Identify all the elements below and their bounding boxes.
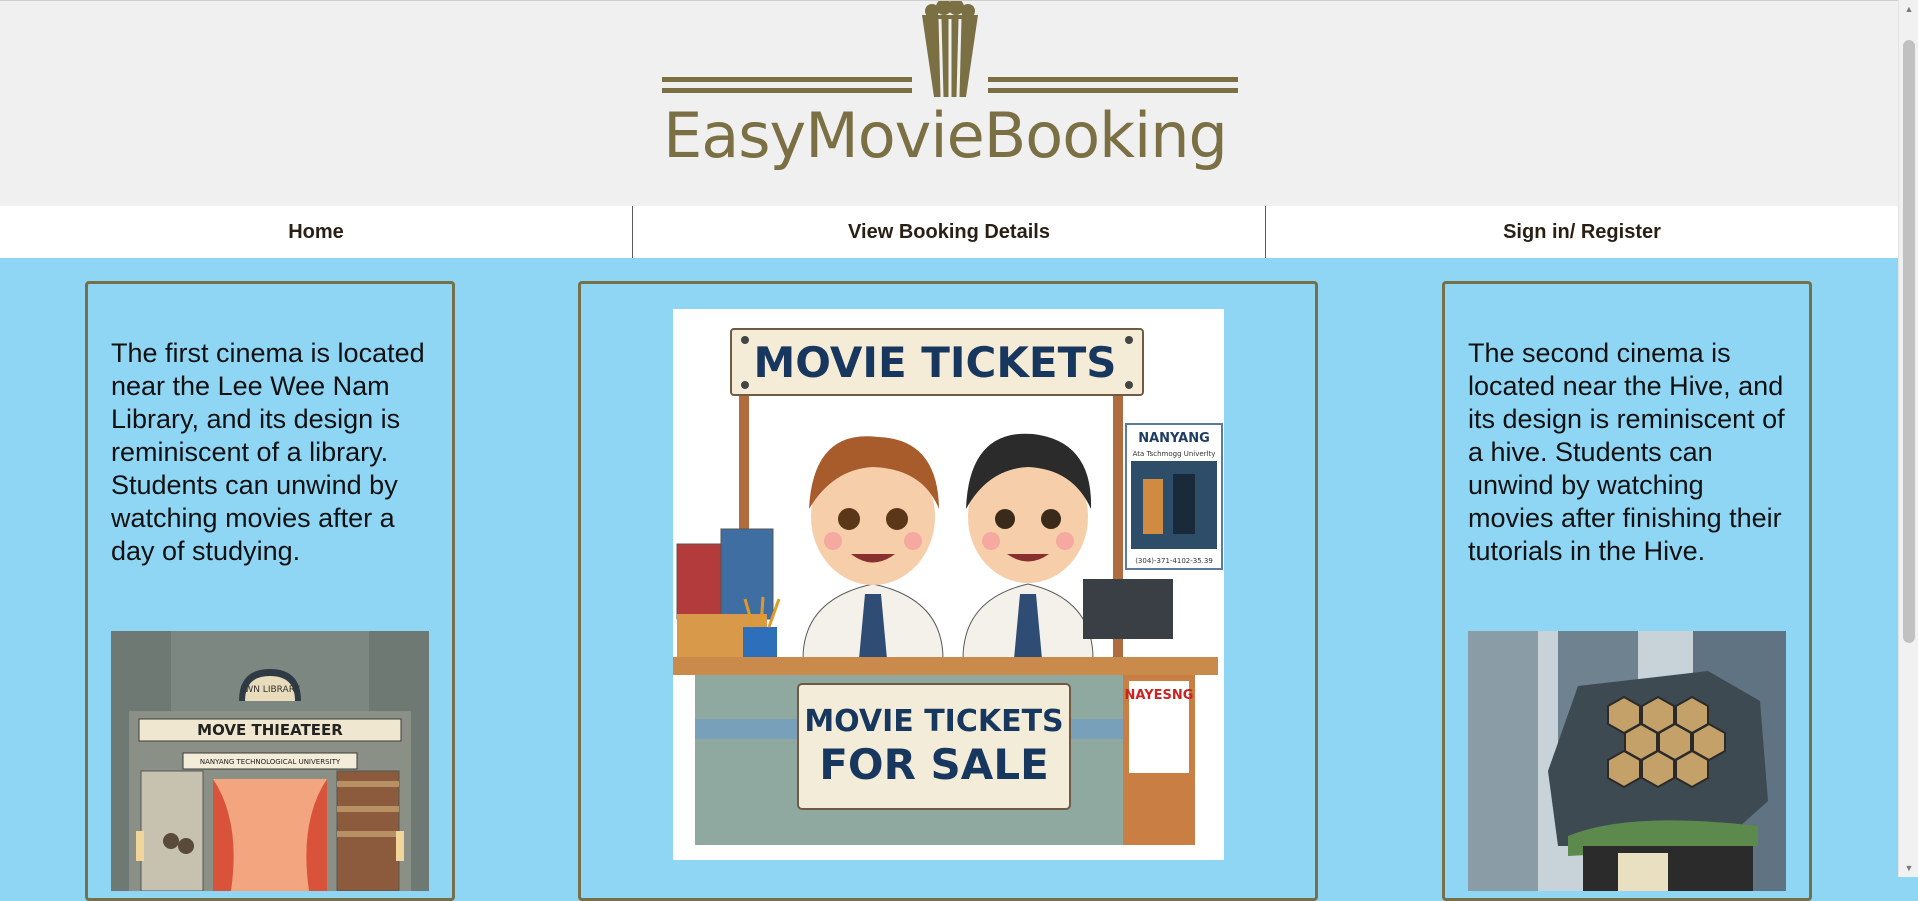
ticket-booth-image: MOVIE TICKETS NANYANG Ata Tschmogg Unive… (673, 309, 1224, 860)
popcorn-icon (662, 1, 1238, 98)
cinema-card-hive: The second cinema is located near the Hi… (1442, 281, 1812, 901)
cinema-card-library: The first cinema is located near the Lee… (85, 281, 455, 901)
boy-left (802, 436, 944, 660)
hive-theater-image (1468, 631, 1786, 891)
brand-name: EasyMovieBooking (663, 99, 1228, 172)
nav-view-booking-details[interactable]: View Booking Details (633, 206, 1266, 258)
library-sign-text: LWN LIBRARY (240, 685, 300, 695)
scrollbar-thumb[interactable] (1903, 40, 1915, 643)
side-poster-footer: (304)-371-4102-35.39 (1135, 557, 1213, 565)
counter-label-text: NAYESNG (1125, 688, 1194, 703)
cinema-description: The first cinema is located near the Lee… (111, 338, 425, 566)
nav-sign-in-register[interactable]: Sign in/ Register (1266, 206, 1898, 258)
cinema-description: The second cinema is located near the Hi… (1468, 338, 1785, 566)
vertical-scrollbar[interactable]: ▲ ▼ (1898, 0, 1918, 877)
site-logo[interactable]: EasyMovieBooking (650, 1, 1250, 191)
sale-sign-line2: FOR SALE (819, 740, 1049, 789)
university-sign-text: NANYANG TECHNOLOGICAL UNIVERSITY (200, 758, 341, 766)
library-theater-image: LWN LIBRARY MOVE THIEATEER NANYANG TECHN… (111, 631, 429, 891)
main-nav: Home View Booking Details Sign in/ Regis… (0, 206, 1898, 258)
nav-home[interactable]: Home (0, 206, 633, 258)
side-poster-title: NANYANG (1138, 431, 1210, 446)
scroll-up-arrow-icon[interactable]: ▲ (1899, 0, 1918, 18)
side-poster-subtitle: Ata Tschmogg Univerlty (1133, 450, 1216, 458)
site-header: EasyMovieBooking (0, 0, 1898, 206)
ticket-booth-card: MOVIE TICKETS NANYANG Ata Tschmogg Unive… (578, 281, 1318, 901)
boy-right (962, 433, 1094, 660)
scroll-down-arrow-icon[interactable]: ▼ (1899, 859, 1918, 877)
theater-sign-text: MOVE THIEATEER (197, 721, 343, 739)
sale-sign-line1: MOVIE TICKETS (804, 704, 1063, 739)
booth-banner-text: MOVIE TICKETS (753, 338, 1116, 387)
